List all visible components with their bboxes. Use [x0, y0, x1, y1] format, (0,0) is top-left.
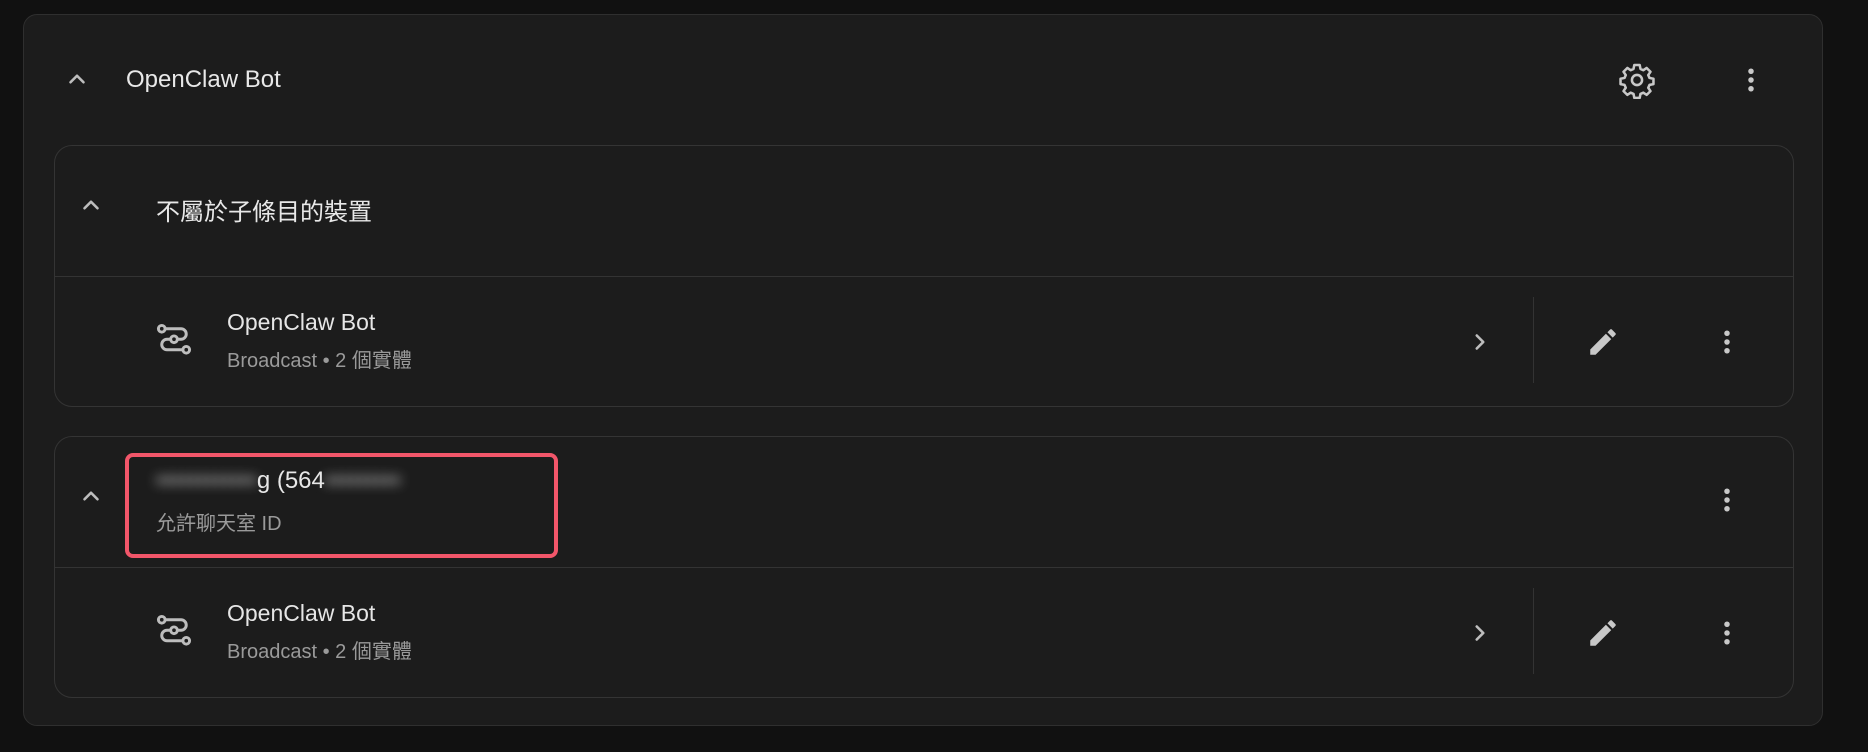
device-menu-button[interactable] — [1702, 608, 1752, 658]
divider — [1533, 297, 1534, 383]
more-vert-icon — [1724, 488, 1730, 512]
subentry-group-unassigned: 不屬於子條目的裝置 OpenClaw Bot Broadcast • 2 個實體 — [54, 145, 1794, 407]
device-menu-button[interactable] — [1702, 317, 1752, 367]
route-icon — [156, 614, 192, 646]
collapse-integration-button[interactable] — [60, 62, 94, 96]
group-menu-button[interactable] — [1702, 475, 1752, 525]
open-device-button[interactable] — [1455, 608, 1505, 658]
gear-icon — [1619, 63, 1655, 99]
integration-menu-button[interactable] — [1726, 55, 1776, 105]
device-icon — [153, 320, 195, 367]
pencil-icon — [1590, 329, 1616, 355]
route-icon — [156, 323, 192, 355]
open-device-button[interactable] — [1455, 317, 1505, 367]
more-vert-icon — [1748, 68, 1754, 92]
group-title: 不屬於子條目的裝置 — [156, 199, 372, 226]
more-vert-icon — [1724, 330, 1730, 354]
integration-card: OpenClaw Bot 不屬於子條目的裝置 OpenClaw Bot Broa… — [23, 14, 1823, 726]
device-title: OpenClaw Bot — [227, 600, 376, 626]
edit-device-button[interactable] — [1578, 608, 1628, 658]
settings-button[interactable] — [1612, 55, 1662, 105]
device-row[interactable]: OpenClaw Bot Broadcast • 2 個實體 — [55, 568, 1795, 698]
chevron-up-icon — [83, 200, 99, 210]
integration-title: OpenClaw Bot — [126, 66, 281, 93]
chevron-up-icon — [69, 74, 85, 84]
highlight-annotation — [125, 453, 558, 558]
device-subtitle: Broadcast • 2 個實體 — [227, 350, 412, 372]
device-title: OpenClaw Bot — [227, 309, 376, 335]
chevron-right-icon — [1475, 334, 1485, 350]
chevron-up-icon — [83, 491, 99, 501]
collapse-group-button[interactable] — [74, 479, 108, 513]
edit-device-button[interactable] — [1578, 317, 1628, 367]
device-subtitle: Broadcast • 2 個實體 — [227, 641, 412, 663]
device-row[interactable]: OpenClaw Bot Broadcast • 2 個實體 — [55, 277, 1795, 407]
collapse-group-button[interactable] — [74, 188, 108, 222]
device-icon — [153, 611, 195, 658]
chevron-right-icon — [1475, 625, 1485, 641]
more-vert-icon — [1724, 621, 1730, 645]
pencil-icon — [1590, 620, 1616, 646]
divider — [1533, 588, 1534, 674]
